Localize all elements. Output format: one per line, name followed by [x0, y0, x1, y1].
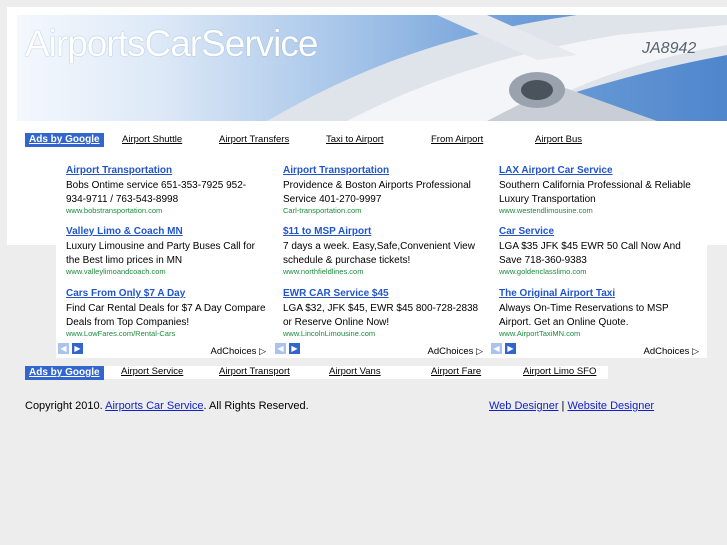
ad-description: Always On-Time Reservations to MSP Airpo… — [499, 303, 669, 328]
svg-text:JA8942: JA8942 — [641, 40, 696, 57]
adchoices-icon: ▷ — [259, 346, 266, 356]
ad-title[interactable]: LAX Airport Car Service — [499, 164, 699, 177]
ad-unit: Car Service LGA $35 JFK $45 EWR 50 Call … — [499, 225, 699, 277]
ad-url[interactable]: www.valleylimoandcoach.com — [66, 267, 266, 277]
next-arrow-icon[interactable]: ▶ — [72, 343, 83, 354]
ad-description: Providence & Boston Airports Professiona… — [283, 180, 471, 205]
ad-url[interactable]: www.bobstransportation.com — [66, 206, 266, 216]
next-arrow-icon[interactable]: ▶ — [289, 343, 300, 354]
copyright-suffix: . All Rights Reserved. — [203, 400, 309, 412]
bottom-link-bar: Ads by Google Airport Service Airport Tr… — [25, 366, 608, 380]
ad-url[interactable]: Carl-transportation.com — [283, 206, 483, 216]
adchoices-icon: ▷ — [476, 346, 483, 356]
ad-unit: EWR CAR Service $45 LGA $32, JFK $45, EW… — [283, 287, 483, 339]
site-title[interactable]: AirportsCarService — [25, 23, 318, 65]
ad-url[interactable]: www.LowFares.com/Rental-Cars — [66, 329, 266, 339]
ad-description: LGA $32, JFK $45, EWR $45 800-728-2838 o… — [283, 303, 479, 328]
top-link-airport-bus[interactable]: Airport Bus — [535, 134, 582, 145]
ad-unit: The Original Airport Taxi Always On-Time… — [499, 287, 699, 339]
ad-description: Find Car Rental Deals for $7 A Day Compa… — [66, 303, 266, 328]
ad-unit: Airport Transportation Bobs Ontime servi… — [66, 164, 266, 216]
ad-nav: ◀ ▶ — [275, 338, 303, 356]
ad-description: Luxury Limousine and Party Buses Call fo… — [66, 241, 255, 266]
website-designer-link[interactable]: Website Designer — [567, 400, 654, 412]
ad-title[interactable]: Cars From Only $7 A Day — [66, 287, 266, 300]
ad-url[interactable]: www.northfieldlines.com — [283, 267, 483, 277]
top-link-from-airport[interactable]: From Airport — [431, 134, 483, 145]
bottom-link-airport-service[interactable]: Airport Service — [121, 366, 183, 377]
ad-description: 7 days a week. Easy,Safe,Convenient View… — [283, 241, 475, 266]
adchoices-icon: ▷ — [692, 346, 699, 356]
ad-url[interactable]: www.LincolnLimousine.com — [283, 329, 483, 339]
adchoices-link[interactable]: AdChoices ▷ — [643, 346, 699, 357]
header-banner: JA8942 AirportsCarService — [17, 15, 727, 121]
adchoices-label: AdChoices — [427, 346, 474, 357]
ad-column-1: Airport Transportation Bobs Ontime servi… — [56, 158, 274, 358]
ad-unit: $11 to MSP Airport 7 days a week. Easy,S… — [283, 225, 483, 277]
footer-designer-links: Web Designer | Website Designer — [489, 400, 654, 412]
ad-title[interactable]: Airport Transportation — [283, 164, 483, 177]
ad-column-2: Airport Transportation Providence & Bost… — [273, 158, 491, 358]
ad-url[interactable]: www.goldenclasslimo.com — [499, 267, 699, 277]
ad-description: Bobs Ontime service 651-353-7925 952-934… — [66, 180, 247, 205]
ad-description: Southern California Professional & Relia… — [499, 180, 691, 205]
ads-by-google-label[interactable]: Ads by Google — [25, 133, 104, 147]
footer-site-link[interactable]: Airports Car Service — [105, 400, 203, 412]
bottom-link-airport-limo-sfo[interactable]: Airport Limo SFO — [523, 366, 596, 377]
prev-arrow-icon[interactable]: ◀ — [275, 343, 286, 354]
prev-arrow-icon[interactable]: ◀ — [58, 343, 69, 354]
adchoices-link[interactable]: AdChoices ▷ — [210, 346, 266, 357]
web-designer-link[interactable]: Web Designer — [489, 400, 559, 412]
footer-copyright: Copyright 2010. Airports Car Service. Al… — [25, 400, 309, 412]
bottom-link-airport-fare[interactable]: Airport Fare — [431, 366, 481, 377]
bottom-link-airport-vans[interactable]: Airport Vans — [329, 366, 381, 377]
ad-nav: ◀ ▶ — [491, 338, 519, 356]
top-link-airport-shuttle[interactable]: Airport Shuttle — [122, 134, 182, 145]
ad-url[interactable]: www.AirportTaxiMN.com — [499, 329, 699, 339]
ad-title[interactable]: Car Service — [499, 225, 699, 238]
ad-title[interactable]: The Original Airport Taxi — [499, 287, 699, 300]
copyright-prefix: Copyright 2010. — [25, 400, 106, 412]
ad-url[interactable]: www.westendlimousine.com — [499, 206, 699, 216]
adchoices-label: AdChoices — [210, 346, 257, 357]
ad-title[interactable]: $11 to MSP Airport — [283, 225, 483, 238]
ad-description: LGA $35 JFK $45 EWR 50 Call Now And Save… — [499, 241, 681, 266]
adchoices-label: AdChoices — [643, 346, 690, 357]
ad-unit: Cars From Only $7 A Day Find Car Rental … — [66, 287, 266, 339]
top-link-airport-transfers[interactable]: Airport Transfers — [219, 134, 289, 145]
ads-by-google-label[interactable]: Ads by Google — [25, 366, 104, 380]
top-link-bar: Ads by Google Airport Shuttle Airport Tr… — [17, 133, 727, 149]
ad-nav: ◀ ▶ — [58, 338, 86, 356]
prev-arrow-icon[interactable]: ◀ — [491, 343, 502, 354]
ad-title[interactable]: Valley Limo & Coach MN — [66, 225, 266, 238]
adchoices-link[interactable]: AdChoices ▷ — [427, 346, 483, 357]
ad-title[interactable]: Airport Transportation — [66, 164, 266, 177]
ad-title[interactable]: EWR CAR Service $45 — [283, 287, 483, 300]
ad-unit: Airport Transportation Providence & Bost… — [283, 164, 483, 216]
ad-column-3: LAX Airport Car Service Southern Califor… — [489, 158, 707, 358]
next-arrow-icon[interactable]: ▶ — [505, 343, 516, 354]
ad-unit: LAX Airport Car Service Southern Califor… — [499, 164, 699, 216]
ad-unit: Valley Limo & Coach MN Luxury Limousine … — [66, 225, 266, 277]
bottom-link-airport-transport[interactable]: Airport Transport — [219, 366, 290, 377]
top-link-taxi-to-airport[interactable]: Taxi to Airport — [326, 134, 384, 145]
